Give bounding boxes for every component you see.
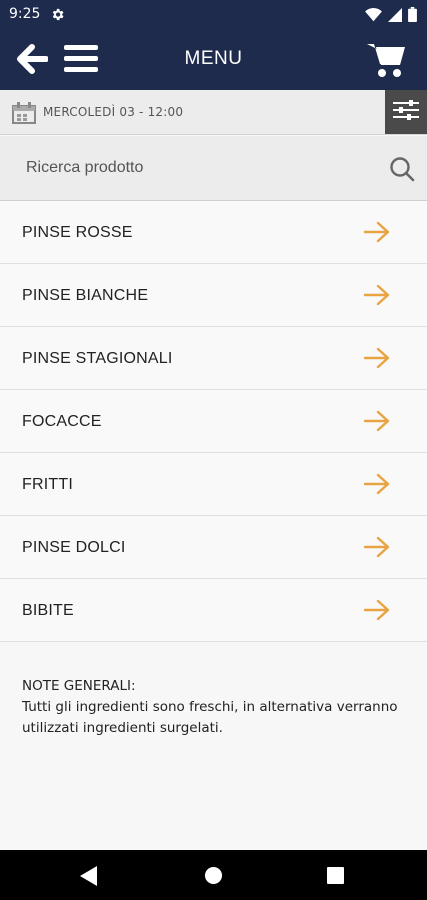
general-notes: NOTE GENERALI: Tutti gli ingredienti son… [22,676,412,739]
category-label: PINSE STAGIONALI [22,350,173,367]
delivery-date-text: MERCOLEDÌ 03 - 12:00 [43,105,184,119]
arrow-right-icon [363,346,391,375]
arrow-right-icon [363,409,391,438]
category-label: PINSE BIANCHE [22,287,149,304]
nav-back-icon[interactable] [80,866,98,891]
category-item-focacce[interactable]: FOCACCE [0,390,427,453]
search-input[interactable] [14,150,374,186]
gear-icon [50,7,65,27]
filter-button[interactable] [385,90,427,134]
arrow-right-icon [363,472,391,501]
search-icon[interactable] [389,156,415,187]
category-label: BIBITE [22,602,74,619]
signal-icon [388,7,402,27]
arrow-right-icon [363,283,391,312]
calendar-icon [12,102,36,129]
category-item-pinse-bianche[interactable]: PINSE BIANCHE [0,264,427,327]
wifi-icon [365,7,382,27]
category-item-fritti[interactable]: FRITTI [0,453,427,516]
category-item-pinse-stagionali[interactable]: PINSE STAGIONALI [0,327,427,390]
arrow-right-icon [363,535,391,564]
notes-text: Tutti gli ingredienti sono freschi, in a… [22,699,398,736]
search-bar [0,136,427,201]
arrow-right-icon [363,220,391,249]
battery-icon [408,7,417,27]
category-label: PINSE ROSSE [22,224,133,241]
category-item-pinse-rosse[interactable]: PINSE ROSSE [0,201,427,264]
nav-home-icon[interactable] [204,866,223,890]
nav-recents-icon[interactable] [327,867,344,889]
status-time: 9:25 [9,6,41,22]
category-label: FOCACCE [22,413,102,430]
category-item-bibite[interactable]: BIBITE [0,579,427,642]
category-label: FRITTI [22,476,73,493]
system-nav-bar [0,850,427,900]
cart-icon[interactable] [367,42,405,83]
category-item-pinse-dolci[interactable]: PINSE DOLCI [0,516,427,579]
category-list: PINSE ROSSE PINSE BIANCHE PINSE STAGIONA… [0,201,427,642]
delivery-date-bar[interactable]: MERCOLEDÌ 03 - 12:00 [0,90,427,135]
notes-title: NOTE GENERALI: [22,678,136,694]
category-label: PINSE DOLCI [22,539,126,556]
arrow-right-icon [363,598,391,627]
page-title: MENU [184,48,243,69]
status-bar: 9:25 [0,0,427,30]
sliders-icon [393,99,419,126]
app-bar: MENU [0,30,427,90]
